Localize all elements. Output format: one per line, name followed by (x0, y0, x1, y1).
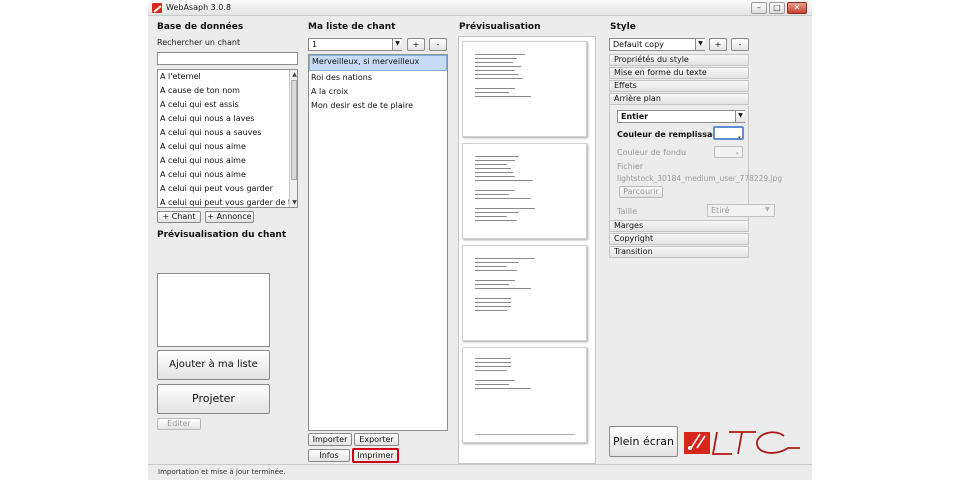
app-window: WebAsaph 3.0.8 – □ ✕ Base de données Rec… (148, 0, 812, 480)
list-item[interactable]: A celui qui est assis (158, 98, 290, 112)
fade-color-picker[interactable]: ▾ (714, 146, 743, 158)
remove-style-button[interactable]: - (731, 38, 749, 51)
chevron-down-icon[interactable]: ▼ (695, 39, 705, 50)
ltc-logo (684, 426, 806, 458)
database-header: Base de données (157, 22, 244, 32)
maximize-button[interactable]: □ (769, 2, 785, 14)
my-song-list[interactable]: Merveilleux, si merveilleux Roi des nati… (308, 54, 448, 431)
add-to-list-button[interactable]: Ajouter à ma liste (157, 350, 270, 380)
section-effects[interactable]: Effets (609, 80, 749, 92)
export-button[interactable]: Exporter (354, 433, 399, 446)
style-header: Style (610, 22, 636, 32)
song-list-scrollbar[interactable]: ▲ ▼ (289, 70, 297, 207)
search-label: Rechercher un chant (157, 38, 241, 47)
size-selector[interactable]: Etiré ▼ (707, 204, 775, 217)
preview-page-2 (462, 143, 587, 239)
song-database-list[interactable]: A l'eternel A cause de ton nom A celui q… (157, 69, 298, 208)
file-name: lightstock_30184_medium_user_778229.jpg (617, 174, 783, 183)
preview-page-1 (462, 41, 587, 137)
list-item[interactable]: A celui qui nous aime (158, 140, 290, 154)
scroll-up-icon[interactable]: ▲ (290, 70, 297, 79)
size-value: Etiré (711, 206, 730, 215)
window-title: WebAsaph 3.0.8 (166, 3, 232, 12)
background-mode-selector[interactable]: Entier ▼ (617, 110, 745, 123)
background-panel: Entier ▼ Couleur de remplissage ▾ Couleu… (609, 106, 782, 220)
add-list-button[interactable]: + (407, 38, 425, 51)
search-input[interactable] (157, 52, 298, 65)
song-preview-area (157, 273, 270, 347)
fill-color-label: Couleur de remplissage (617, 130, 724, 139)
size-label: Taille (617, 207, 638, 216)
list-item[interactable]: A celui qui nous a sauves (158, 126, 290, 140)
style-preset-selector[interactable]: Default copy ▼ (609, 38, 705, 51)
browse-button[interactable]: Parcourir (619, 186, 663, 198)
list-item[interactable]: A cause de ton nom (158, 84, 290, 98)
ltc-logo-icon (684, 431, 800, 455)
title-bar: WebAsaph 3.0.8 – □ ✕ (148, 0, 812, 16)
section-style-properties[interactable]: Propriétés du style (609, 54, 749, 66)
scroll-thumb[interactable] (291, 80, 297, 180)
chevron-down-icon: ▾ (736, 151, 739, 157)
fullscreen-button[interactable]: Plein écran (609, 426, 678, 457)
chevron-down-icon: ▾ (738, 135, 741, 141)
app-logo-icon (152, 3, 162, 13)
add-style-button[interactable]: + (709, 38, 727, 51)
scroll-down-icon[interactable]: ▼ (290, 198, 297, 207)
chevron-down-icon[interactable]: ▼ (392, 39, 402, 50)
section-margins[interactable]: Marges (609, 220, 749, 232)
list-item[interactable]: A celui qui nous aime (158, 154, 290, 168)
my-list-header: Ma liste de chant (308, 22, 396, 32)
section-transition[interactable]: Transition (609, 246, 749, 258)
remove-list-button[interactable]: - (429, 38, 447, 51)
list-selector[interactable]: 1 ▼ (308, 38, 402, 51)
list-item[interactable]: Merveilleux, si merveilleux (309, 55, 447, 71)
list-item[interactable]: A celui qui peut vous garder (158, 182, 290, 196)
section-text-format[interactable]: Mise en forme du texte (609, 67, 749, 79)
list-selector-value: 1 (312, 40, 318, 49)
edit-button[interactable]: Editer (157, 418, 201, 430)
style-preset-value: Default copy (613, 40, 664, 49)
style-accordion: Propriétés du style Mise en forme du tex… (606, 54, 782, 258)
file-label: Fichier (617, 162, 644, 171)
song-preview-header: Prévisualisation du chant (157, 230, 287, 240)
preview-page-4 (462, 347, 587, 443)
add-announcement-button[interactable]: + Annonce (205, 211, 254, 223)
background-mode-value: Entier (621, 112, 649, 121)
print-button[interactable]: Imprimer (352, 448, 399, 463)
list-item[interactable]: A la croix (309, 85, 447, 99)
add-song-button[interactable]: + Chant (157, 211, 201, 223)
preview-header: Prévisualisation (459, 22, 541, 32)
list-item[interactable]: Mon desir est de te plaire (309, 99, 447, 113)
list-item[interactable]: A l'eternel (158, 70, 290, 84)
list-item[interactable]: A celui qui nous aime (158, 168, 290, 182)
import-button[interactable]: Importer (308, 433, 352, 446)
status-bar: Importation et mise à jour terminée. (148, 464, 812, 480)
close-button[interactable]: ✕ (787, 2, 807, 14)
section-copyright[interactable]: Copyright (609, 233, 749, 245)
fade-color-label: Couleur de fondu (617, 148, 687, 157)
list-item[interactable]: A celui qui peut vous garder de tombe (158, 196, 290, 207)
chevron-down-icon[interactable]: ▼ (735, 111, 745, 122)
info-button[interactable]: Infos (308, 449, 350, 462)
minimize-button[interactable]: – (751, 2, 767, 14)
section-background[interactable]: Arrière plan (609, 93, 749, 105)
list-item[interactable]: Roi des nations (309, 71, 447, 85)
preview-page-3 (462, 245, 587, 341)
fill-color-picker[interactable]: ▾ (713, 126, 744, 141)
project-button[interactable]: Projeter (157, 384, 270, 414)
print-preview-area (458, 36, 596, 464)
chevron-down-icon: ▼ (765, 206, 770, 213)
list-item[interactable]: A celui qui nous a laves (158, 112, 290, 126)
